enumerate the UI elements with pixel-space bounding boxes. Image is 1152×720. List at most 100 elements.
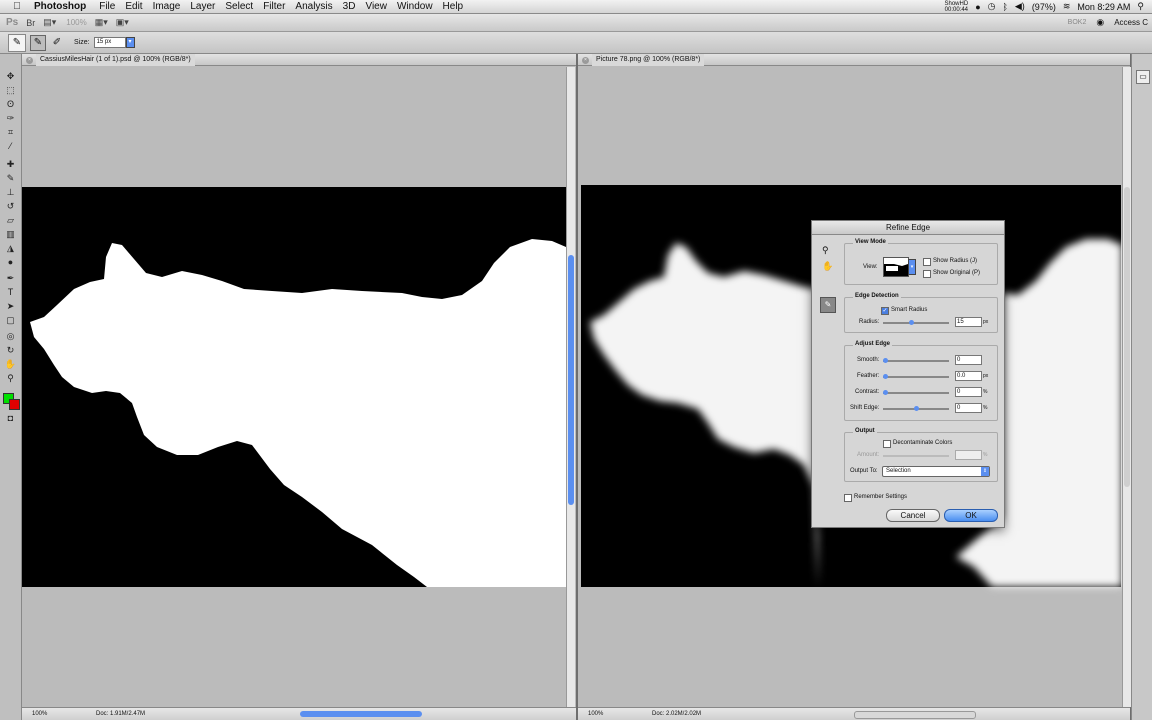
smooth-input[interactable]: 0 bbox=[955, 355, 982, 365]
bluetooth-icon[interactable]: ᛒ bbox=[1002, 2, 1007, 12]
menu-window[interactable]: Window bbox=[397, 1, 433, 12]
output-to-select[interactable]: Selection ⇕ bbox=[882, 466, 990, 477]
menu-help[interactable]: Help bbox=[443, 1, 464, 12]
close-tab-icon[interactable]: × bbox=[582, 57, 589, 64]
shift-edge-input[interactable]: 0 bbox=[955, 403, 982, 413]
radius-slider-knob[interactable] bbox=[909, 320, 915, 325]
lasso-tool-icon[interactable]: ʘ bbox=[4, 98, 17, 110]
type-tool-icon[interactable]: T bbox=[4, 286, 17, 298]
3d-rotate-tool-icon[interactable]: ◎ bbox=[4, 330, 17, 342]
arrange-documents-icon[interactable]: ▦▾ bbox=[95, 17, 108, 28]
right-zoom-field[interactable]: 100% bbox=[588, 708, 603, 720]
left-zoom-field[interactable]: 100% bbox=[32, 708, 47, 720]
erase-refinements-tool-icon[interactable]: ✐ bbox=[50, 36, 64, 50]
healing-brush-tool-icon[interactable]: ✚ bbox=[4, 158, 17, 170]
battery-status[interactable]: (97%) bbox=[1032, 2, 1056, 12]
spotlight-icon[interactable]: ⚲ bbox=[1137, 1, 1144, 12]
marquee-tool-icon[interactable]: ⬚ bbox=[4, 84, 17, 96]
size-input[interactable]: 15 px bbox=[93, 37, 126, 48]
refine-radius-tool-icon[interactable]: ✎ bbox=[820, 297, 836, 313]
menu-analysis[interactable]: Analysis bbox=[295, 1, 332, 12]
smooth-slider-knob[interactable] bbox=[883, 358, 888, 363]
blur-tool-icon[interactable]: ◮ bbox=[4, 242, 17, 254]
left-vertical-scrollbar[interactable] bbox=[566, 67, 575, 707]
feather-input[interactable]: 0.0 bbox=[955, 371, 982, 381]
contrast-slider-knob[interactable] bbox=[883, 390, 888, 395]
panel-collapse-icon[interactable]: ▭ bbox=[1136, 70, 1150, 84]
time-machine-icon[interactable]: ◷ bbox=[988, 1, 996, 12]
radius-input[interactable]: 15 bbox=[955, 317, 982, 327]
feather-slider[interactable] bbox=[883, 374, 949, 379]
eyedropper-tool-icon[interactable]: ⁄ bbox=[4, 140, 17, 152]
record-icon[interactable]: ● bbox=[975, 2, 980, 12]
smart-radius-checkbox[interactable]: ✓ bbox=[881, 307, 889, 315]
eraser-tool-icon[interactable]: ▱ bbox=[4, 214, 17, 226]
move-tool-icon[interactable]: ✥ bbox=[4, 70, 17, 82]
screen-mode-icon[interactable]: ▣▾ bbox=[116, 17, 129, 28]
workspace-switcher[interactable]: BOK2 bbox=[1068, 19, 1087, 26]
path-selection-tool-icon[interactable]: ➤ bbox=[4, 300, 17, 312]
close-tab-icon[interactable]: × bbox=[26, 57, 33, 64]
hand-tool-icon[interactable]: ✋ bbox=[4, 358, 17, 370]
menu-app-name[interactable]: Photoshop bbox=[34, 1, 86, 12]
left-horizontal-scroll-thumb[interactable] bbox=[300, 711, 422, 717]
wifi-icon[interactable]: ≋ bbox=[1063, 1, 1071, 12]
right-vertical-scroll-thumb[interactable] bbox=[1124, 187, 1130, 487]
view-mode-thumbnail[interactable] bbox=[883, 257, 909, 277]
radius-slider[interactable] bbox=[883, 320, 949, 325]
size-dropdown-icon[interactable]: ▾ bbox=[125, 37, 135, 48]
zoom-level-select[interactable]: 100% bbox=[66, 18, 86, 27]
3d-orbit-tool-icon[interactable]: ↻ bbox=[4, 344, 17, 356]
quick-selection-tool-icon[interactable]: ✑ bbox=[4, 112, 17, 124]
contrast-input[interactable]: 0 bbox=[955, 387, 982, 397]
left-vertical-scroll-thumb[interactable] bbox=[568, 255, 574, 505]
dodge-tool-icon[interactable]: ● bbox=[4, 256, 17, 268]
cs-live-icon[interactable]: ◉ bbox=[1096, 17, 1104, 28]
quick-mask-icon[interactable]: ◘ bbox=[4, 412, 17, 424]
left-document-tab[interactable]: × CassiusMilesHair (1 of 1).psd @ 100% (R… bbox=[22, 54, 576, 66]
remember-settings-checkbox[interactable] bbox=[844, 494, 852, 502]
menu-edit[interactable]: Edit bbox=[125, 1, 142, 12]
shift-edge-slider[interactable] bbox=[883, 406, 949, 411]
menu-layer[interactable]: Layer bbox=[190, 1, 215, 12]
history-brush-tool-icon[interactable]: ↺ bbox=[4, 200, 17, 212]
crop-tool-icon[interactable]: ⌗ bbox=[4, 126, 17, 138]
left-doc-info[interactable]: Doc: 1.91M/2.47M bbox=[96, 708, 145, 720]
shift-edge-slider-knob[interactable] bbox=[913, 406, 919, 411]
cancel-button[interactable]: Cancel bbox=[886, 509, 940, 522]
tool-preset-picker-icon[interactable]: ✎ bbox=[8, 33, 26, 52]
volume-icon[interactable]: ◀) bbox=[1015, 1, 1025, 12]
brush-tool-icon[interactable]: ✎ bbox=[4, 172, 17, 184]
refine-radius-tool-icon[interactable]: ✎ bbox=[30, 34, 46, 51]
view-extras-icon[interactable]: ▤▾ bbox=[43, 17, 56, 28]
hair-mask-canvas[interactable] bbox=[22, 67, 566, 707]
contrast-slider[interactable] bbox=[883, 390, 949, 395]
right-horizontal-scroll-thumb[interactable] bbox=[854, 711, 976, 719]
menu-view[interactable]: View bbox=[365, 1, 387, 12]
menu-select[interactable]: Select bbox=[225, 1, 253, 12]
background-color-swatch[interactable] bbox=[9, 399, 20, 410]
right-document-tab[interactable]: × Picture 78.png @ 100% (RGB/8*) bbox=[578, 54, 1130, 66]
menu-filter[interactable]: Filter bbox=[263, 1, 285, 12]
apple-menu-icon[interactable]:  bbox=[10, 1, 24, 12]
zoom-tool-icon[interactable]: ⚲ bbox=[822, 245, 829, 256]
right-doc-info[interactable]: Doc: 2.02M/2.02M bbox=[652, 708, 701, 720]
cs-live-label[interactable]: Access C bbox=[1114, 18, 1148, 27]
pen-tool-icon[interactable]: ✒ bbox=[4, 272, 17, 284]
view-mode-dropdown-icon[interactable]: ▾ bbox=[908, 259, 916, 275]
ok-button[interactable]: OK bbox=[944, 509, 998, 522]
left-canvas-area[interactable] bbox=[22, 67, 566, 707]
showhd-indicator[interactable]: ShowHD 00:00:44 bbox=[945, 1, 969, 13]
shape-tool-icon[interactable]: ▢ bbox=[4, 314, 17, 326]
hand-tool-icon[interactable]: ✋ bbox=[822, 261, 833, 272]
bridge-icon[interactable]: Br bbox=[26, 18, 35, 28]
gradient-tool-icon[interactable]: ▥ bbox=[4, 228, 17, 240]
menu-3d[interactable]: 3D bbox=[343, 1, 356, 12]
smooth-slider[interactable] bbox=[883, 358, 949, 363]
clone-stamp-tool-icon[interactable]: ⊥ bbox=[4, 186, 17, 198]
menu-file[interactable]: File bbox=[99, 1, 115, 12]
output-to-dropdown-icon[interactable]: ⇕ bbox=[981, 467, 989, 476]
right-vertical-scrollbar[interactable] bbox=[1122, 67, 1131, 707]
decontaminate-colors-checkbox[interactable] bbox=[883, 440, 891, 448]
menu-image[interactable]: Image bbox=[153, 1, 181, 12]
